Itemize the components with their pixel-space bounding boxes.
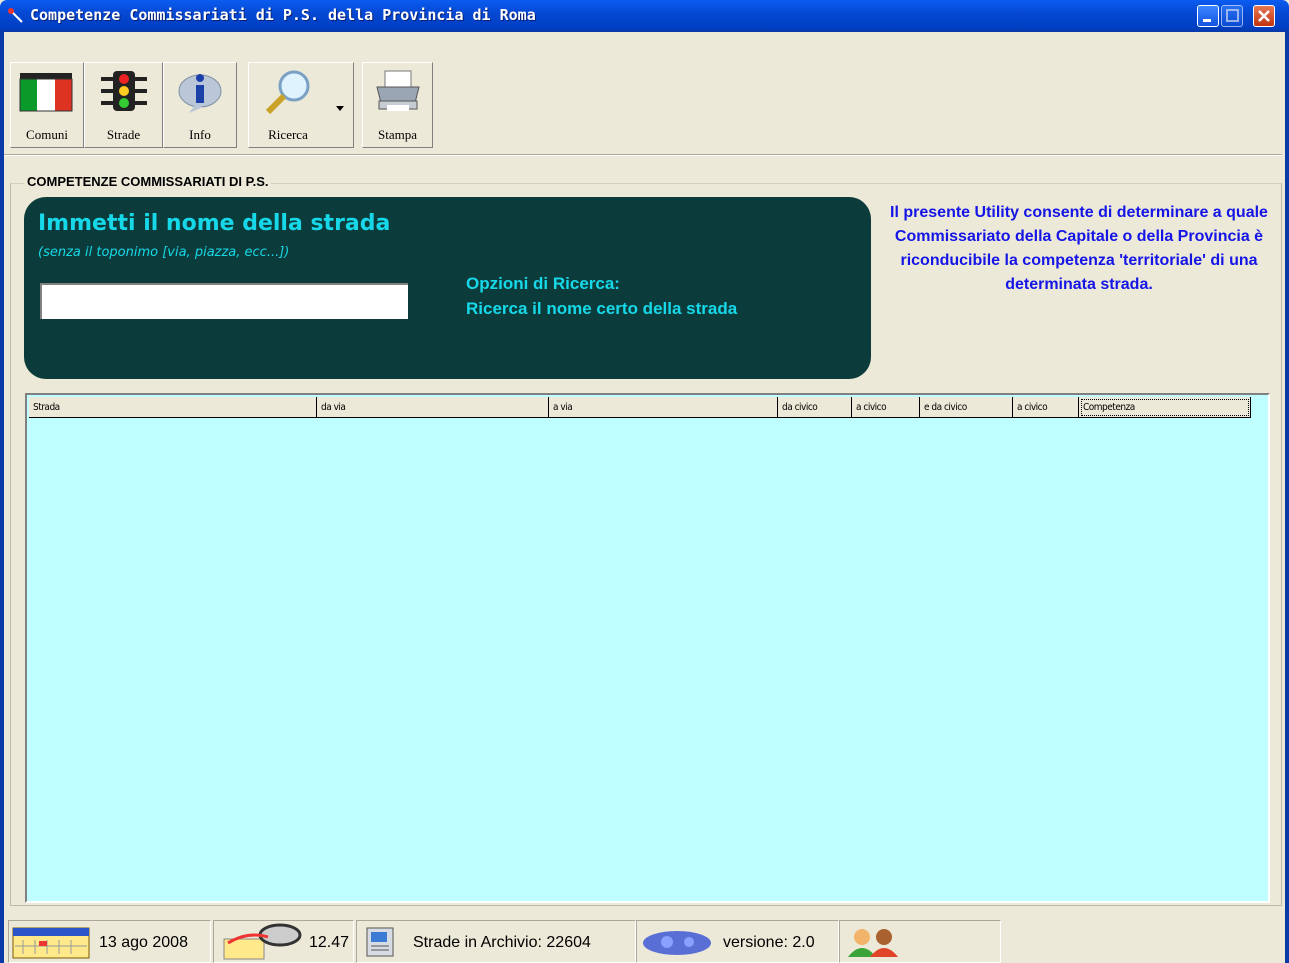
- magnifier-icon: [265, 70, 310, 115]
- info-icon: [178, 74, 222, 113]
- title-bar[interactable]: Competenze Commissariati di P.S. della P…: [0, 0, 1289, 32]
- comuni-label: Comuni: [26, 127, 68, 142]
- status-version: versione: 2.0: [636, 920, 839, 963]
- column-header[interactable]: da via: [317, 397, 549, 418]
- status-bar: 13 ago 2008 12.47 Strade in Archivio: 22…: [4, 920, 1285, 963]
- time-text: 12.47: [309, 934, 350, 951]
- column-header[interactable]: Competenza: [1079, 397, 1251, 418]
- status-archive: Strade in Archivio: 22604: [356, 920, 636, 963]
- status-time: 12.47: [213, 920, 354, 963]
- database-icon: [366, 927, 394, 957]
- column-header[interactable]: a civico: [1013, 397, 1079, 418]
- minimize-button[interactable]: [1197, 5, 1219, 27]
- traffic-light-icon: [100, 71, 147, 111]
- minimize-icon: [1203, 19, 1211, 22]
- search-panel: Immetti il nome della strada (senza il t…: [24, 197, 871, 379]
- search-subtitle: (senza il toponimo [via, piazza, ecc...]…: [38, 245, 290, 260]
- search-options-label: Opzioni di Ricerca:: [466, 274, 620, 293]
- italy-flag-icon: [19, 73, 73, 112]
- column-header[interactable]: a civico: [852, 397, 920, 418]
- users-icon: [848, 929, 898, 957]
- date-text: 13 ago 2008: [99, 934, 188, 951]
- window-title: Competenze Commissariati di P.S. della P…: [30, 6, 536, 24]
- search-options-value[interactable]: Ricerca il nome certo della strada: [466, 296, 737, 321]
- stampa-label: Stampa: [378, 127, 417, 142]
- stampa-button[interactable]: Stampa: [362, 62, 433, 148]
- app-icon: [8, 8, 23, 23]
- info-button[interactable]: Info: [163, 62, 237, 148]
- dropdown-arrow-icon[interactable]: [335, 105, 345, 113]
- clock-icon: [223, 923, 302, 960]
- info-text: Il presente Utility consente di determin…: [890, 204, 1268, 293]
- close-button[interactable]: [1253, 5, 1275, 27]
- results-grid[interactable]: Strada da via a via da civico a civico e…: [25, 393, 1270, 903]
- search-title: Immetti il nome della strada: [38, 211, 391, 236]
- gears-icon: [643, 931, 711, 955]
- version-text: versione: 2.0: [723, 934, 815, 951]
- strade-button[interactable]: Strade: [84, 62, 163, 148]
- maximize-icon: [1226, 9, 1239, 22]
- status-date: 13 ago 2008: [8, 920, 211, 963]
- info-label: Info: [189, 127, 211, 142]
- archive-text: Strade in Archivio: 22604: [413, 934, 591, 951]
- close-icon: [1258, 10, 1270, 22]
- comuni-button[interactable]: Comuni: [10, 62, 84, 148]
- column-header[interactable]: e da civico: [920, 397, 1013, 418]
- street-name-input[interactable]: [38, 281, 410, 321]
- status-users: [839, 920, 1001, 963]
- strade-label: Strade: [106, 127, 141, 142]
- column-header[interactable]: a via: [549, 397, 778, 418]
- group-legend: COMPETENZE COMMISSARIATI DI P.S.: [24, 174, 272, 189]
- column-header[interactable]: Strada: [29, 397, 317, 418]
- ricerca-label: Ricerca: [268, 127, 308, 142]
- ricerca-button[interactable]: Ricerca: [248, 62, 354, 148]
- maximize-button[interactable]: [1221, 5, 1243, 27]
- search-options[interactable]: Opzioni di Ricerca: Ricerca il nome cert…: [466, 271, 737, 321]
- toolbar-separator: [4, 154, 1282, 156]
- calendar-icon: [12, 927, 90, 959]
- printer-icon: [375, 70, 420, 111]
- column-header[interactable]: da civico: [778, 397, 852, 418]
